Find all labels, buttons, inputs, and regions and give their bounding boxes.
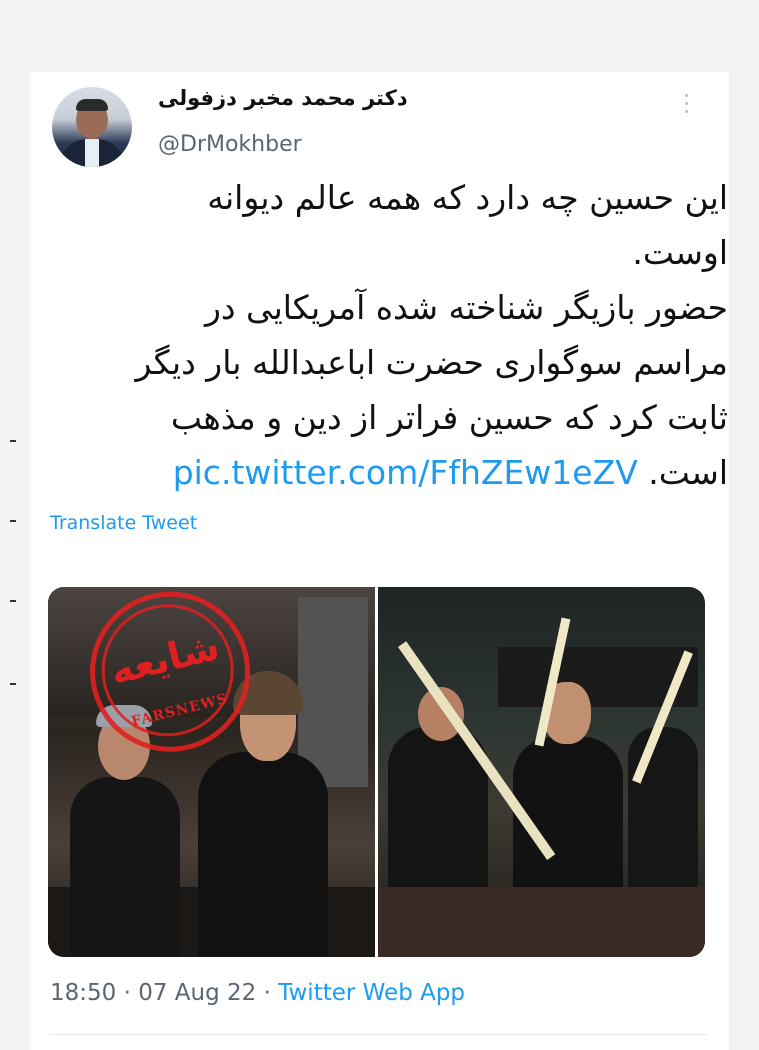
tweet-meta: 18:50 · 07 Aug 22 · Twitter Web App [50,980,465,1006]
tweet-time[interactable]: 18:50 [50,980,116,1006]
photo-crowd [378,887,705,957]
tweet-card: دکتر محمد مخبر دزفولی @DrMokhber این حسی… [30,72,729,1050]
meta-separator: · [123,980,131,1006]
tweet-source[interactable]: Twitter Web App [278,980,465,1006]
translate-tweet-link[interactable]: Translate Tweet [50,512,197,534]
photo-person-1 [70,777,180,957]
author-handle[interactable]: @DrMokhber [158,132,302,157]
tweet-text-line: این حسین چه دارد که همه عالم دیوانه [207,178,728,217]
tweet-text-line: اوست. [632,233,728,272]
more-vertical-icon[interactable] [682,94,690,120]
tweet-text-ending: است. [648,453,728,492]
meta-separator: · [263,980,271,1006]
edge-mark [10,520,16,522]
tweet-header: دکتر محمد مخبر دزفولی @DrMokhber [30,72,729,172]
tweet-text-line: ثابت کرد که حسین فراتر از دین و مذهب [170,398,728,437]
tweet-media[interactable]: شایعه FARSNEWS [48,587,705,957]
divider [50,1034,707,1035]
photo-speaker [298,597,368,787]
photo-person-2 [198,752,328,957]
tweet-text-last-line: است. pic.twitter.com/FfhZEw1eZV [68,445,728,500]
edge-mark [10,683,16,685]
tweet-text-line: حضور بازیگر شناخته شده آمریکایی در [204,288,728,327]
media-photo-right[interactable] [378,587,705,957]
tweet-media-link[interactable]: pic.twitter.com/FfhZEw1eZV [173,453,638,492]
edge-mark [10,600,16,602]
left-edge-margin [0,0,30,1050]
tweet-date[interactable]: 07 Aug 22 [138,980,256,1006]
avatar-hair [76,99,108,111]
author-display-name[interactable]: دکتر محمد مخبر دزفولی [158,86,408,110]
author-avatar[interactable] [52,87,132,167]
tweet-text: این حسین چه دارد که همه عالم دیوانه اوست… [68,170,728,500]
edge-mark [10,440,16,442]
tweet-text-line: مراسم سوگواری حضرت اباعبدالله بار دیگر [135,343,728,382]
avatar-shirt [85,139,99,167]
